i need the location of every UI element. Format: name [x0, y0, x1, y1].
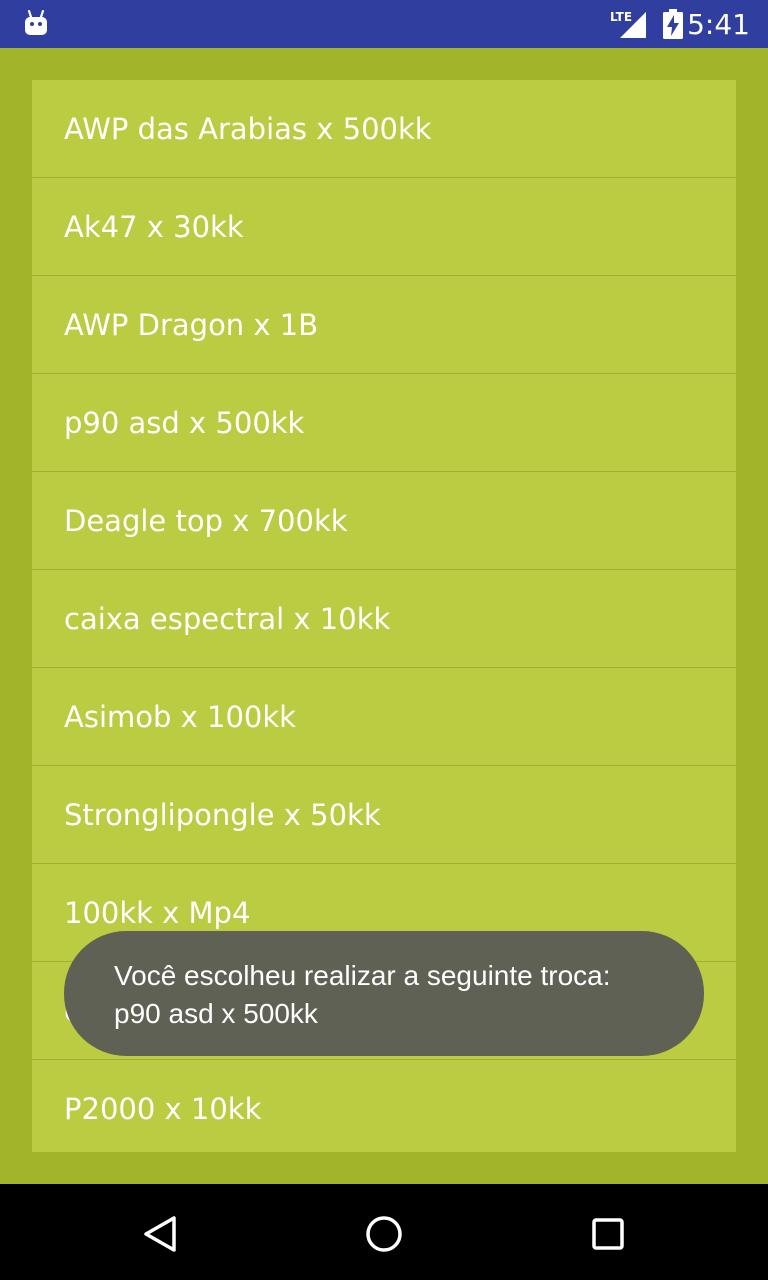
status-time: 5:41: [687, 8, 750, 41]
list-item-label: 100kk x Mp4: [64, 895, 251, 930]
list-item-label: AWP Dragon x 1B: [64, 307, 319, 342]
signal-icon: LTE: [610, 10, 650, 40]
list-item-label: AWP das Arabias x 500kk: [64, 111, 432, 146]
list-item-label: caixa espectral x 10kk: [64, 601, 391, 636]
list-item[interactable]: AWP Dragon x 1B: [32, 276, 736, 374]
status-bar: LTE 5:41: [0, 0, 768, 48]
home-icon[interactable]: [360, 1210, 408, 1258]
recents-icon[interactable]: [584, 1210, 632, 1258]
list-item[interactable]: Ak47 x 30kk: [32, 178, 736, 276]
toast-line-2: p90 asd x 500kk: [114, 998, 318, 1029]
list-item-label: Ak47 x 30kk: [64, 209, 244, 244]
navigation-bar: [0, 1184, 768, 1280]
list-item-label: p90 asd x 500kk: [64, 405, 305, 440]
back-icon[interactable]: [136, 1210, 184, 1258]
list-item-label: Stronglipongle x 50kk: [64, 797, 381, 832]
list-item-label: P2000 x 10kk: [64, 1091, 262, 1126]
list-item[interactable]: p90 asd x 500kk: [32, 374, 736, 472]
list-item[interactable]: Stronglipongle x 50kk: [32, 766, 736, 864]
list-item[interactable]: Deagle top x 700kk: [32, 472, 736, 570]
list-item[interactable]: AWP das Arabias x 500kk: [32, 80, 736, 178]
android-icon: [25, 10, 47, 35]
toast-message: Você escolheu realizar a seguinte troca:…: [64, 931, 704, 1056]
list-item[interactable]: P2000 x 10kk: [32, 1060, 736, 1152]
toast-line-1: Você escolheu realizar a seguinte troca:: [114, 960, 611, 991]
list-item[interactable]: Asimob x 100kk: [32, 668, 736, 766]
battery-charging-icon: [663, 9, 683, 39]
list-item-label: Asimob x 100kk: [64, 699, 296, 734]
list-item-label: Deagle top x 700kk: [64, 503, 348, 538]
list-item[interactable]: caixa espectral x 10kk: [32, 570, 736, 668]
